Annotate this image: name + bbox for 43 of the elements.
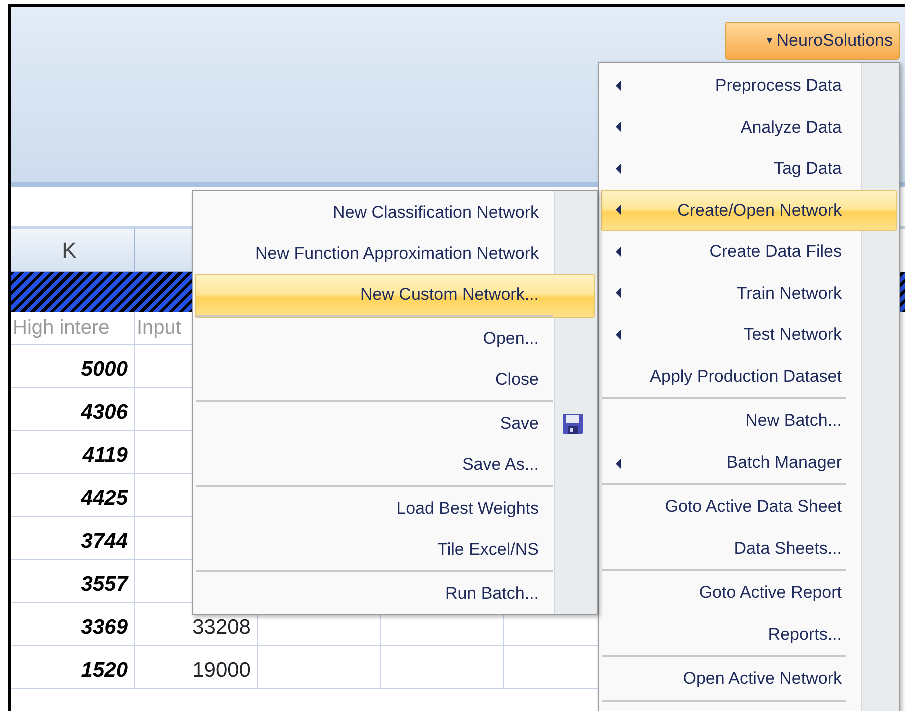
menu-item[interactable]: Analyze Data [601,106,897,148]
table-cell: 4119 [11,431,135,474]
menu-item[interactable]: Load Best Weights [195,488,595,529]
table-cell: 5000 [11,345,135,388]
submenu-arrow-icon [616,205,621,216]
table-cell: 3744 [11,517,135,560]
menu-item[interactable]: Reports... [601,614,897,658]
menu-item[interactable]: Data Sheets... [601,528,897,572]
table-cell: 4425 [11,474,135,517]
menu-item[interactable]: Tile Excel/NS [195,529,595,573]
neurosolutions-button[interactable]: ▾ NeuroSolutions [725,22,900,60]
menu-item[interactable]: Create/Open Network [601,190,897,231]
menu-item[interactable]: Test Network [601,314,897,356]
menu-item[interactable]: Save [195,403,595,444]
submenu-arrow-icon [616,330,621,340]
menu-item[interactable]: Preprocess Data [601,65,897,106]
menu-item[interactable]: Goto Active Data Sheet [601,486,897,528]
menu-item[interactable]: Save As... [195,444,595,488]
menu-item[interactable]: Close [195,359,595,403]
submenu-arrow-icon [616,122,621,132]
table-cell: 1520 [11,646,135,689]
menu-item[interactable]: Create Data Files [601,231,897,272]
table-cell: High intere [11,312,135,345]
menu-item[interactable]: Goto Active Report [601,572,897,614]
column-header: K [11,229,135,272]
menu-item[interactable]: Batch Manager [601,442,897,486]
menu-item[interactable]: New Batch... [601,400,897,442]
submenu-arrow-icon [616,80,621,91]
table-cell: 4306 [11,388,135,431]
menu-item[interactable]: Train Network [601,272,897,314]
menu-item[interactable]: New Custom Network... [195,274,595,318]
submenu-arrow-icon [616,246,621,257]
submenu-arrow-icon [616,458,621,469]
menu-item[interactable]: Apply Production Dataset [601,356,897,400]
menu-item[interactable]: New Function Approximation Network [195,233,595,274]
table-cell: 19000 [135,646,258,689]
menu-item[interactable]: Tag Data [601,148,897,190]
submenu-arrow-icon [616,288,621,298]
table-cell: 3557 [11,560,135,603]
menu-item[interactable]: New Classification Network [195,192,595,233]
menu-item[interactable]: Open Active Network [601,658,897,702]
submenu-arrow-icon [616,164,621,174]
table-cell: 3369 [11,603,135,646]
